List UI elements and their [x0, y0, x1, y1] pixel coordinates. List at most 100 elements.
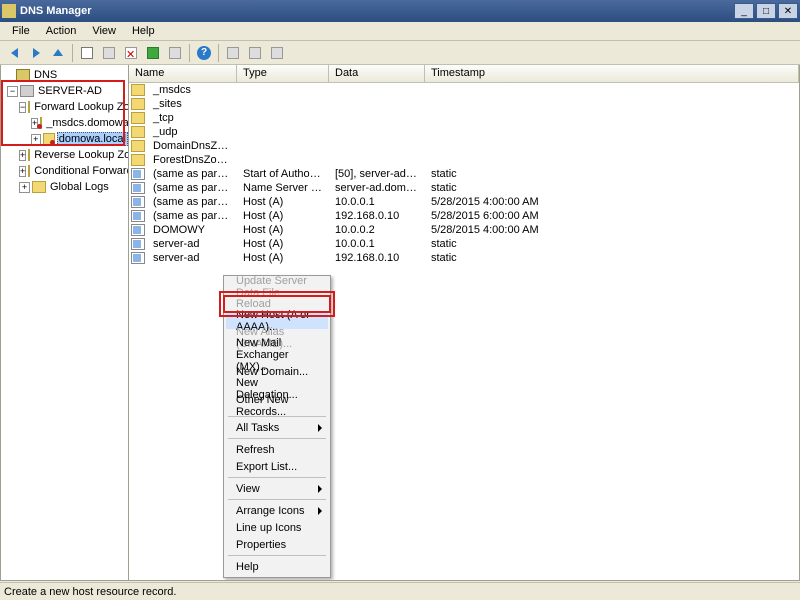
cell-name: server-ad	[147, 238, 237, 250]
ctx-properties[interactable]: Properties	[226, 536, 328, 553]
expand-icon[interactable]: +	[19, 182, 30, 193]
column-data[interactable]: Data	[329, 65, 425, 82]
cell-name: _udp	[147, 126, 237, 138]
ctx-help[interactable]: Help	[226, 558, 328, 575]
export-icon	[169, 47, 181, 59]
properties-button[interactable]	[99, 43, 119, 63]
tree-conditional-forwarders[interactable]: + Conditional Forwarders	[1, 163, 128, 179]
folder-icon	[131, 84, 145, 96]
show-hide-tree-button[interactable]	[77, 43, 97, 63]
cell-type: Host (A)	[237, 196, 329, 208]
menu-action[interactable]: Action	[38, 23, 85, 39]
help-icon: ?	[197, 46, 211, 60]
tree-label: Conditional Forwarders	[32, 164, 129, 178]
column-type[interactable]: Type	[237, 65, 329, 82]
tree-pane[interactable]: DNS − SERVER-AD − Forward Lookup Zones +…	[1, 65, 129, 580]
back-button[interactable]	[4, 43, 24, 63]
column-name[interactable]: Name	[129, 65, 237, 82]
ctx-export-list[interactable]: Export List...	[226, 458, 328, 475]
expand-icon[interactable]: +	[19, 166, 26, 177]
list-folder-row[interactable]: _udp	[129, 125, 799, 139]
menu-help[interactable]: Help	[124, 23, 163, 39]
tree-icon	[81, 47, 93, 59]
tree-root-dns[interactable]: DNS	[1, 67, 128, 83]
tree-reverse-lookup-zones[interactable]: + Reverse Lookup Zones	[1, 147, 128, 163]
extra-button-3[interactable]	[267, 43, 287, 63]
tree-msdcs-zone[interactable]: + _msdcs.domowa.local	[1, 115, 128, 131]
cell-timestamp: static	[425, 182, 799, 194]
list-folder-row[interactable]: _msdcs	[129, 83, 799, 97]
list-record-row[interactable]: (same as parent folder)Name Server (NS)s…	[129, 181, 799, 195]
ctx-separator	[228, 555, 326, 556]
list-pane[interactable]: Name Type Data Timestamp _msdcs _sites_tc…	[129, 65, 799, 580]
list-record-row[interactable]: server-adHost (A)10.0.0.1static	[129, 237, 799, 251]
cell-name: (same as parent folder)	[147, 168, 237, 180]
cell-timestamp: static	[425, 168, 799, 180]
minimize-button[interactable]: _	[734, 3, 754, 19]
record-icon	[131, 224, 145, 236]
cell-name: server-ad	[147, 252, 237, 264]
collapse-icon[interactable]: −	[19, 102, 26, 113]
tree-domowa-zone[interactable]: + domowa.local	[1, 131, 128, 147]
ctx-view[interactable]: View	[226, 480, 328, 497]
collapse-icon[interactable]: −	[7, 86, 18, 97]
list-record-row[interactable]: (same as parent folder)Host (A)10.0.0.15…	[129, 195, 799, 209]
cell-name: _sites	[147, 98, 237, 110]
tree-global-logs[interactable]: + Global Logs	[1, 179, 128, 195]
list-record-row[interactable]: (same as parent folder)Host (A)192.168.0…	[129, 209, 799, 223]
expand-icon[interactable]: +	[31, 134, 41, 145]
folder-icon	[131, 98, 145, 110]
window-title: DNS Manager	[20, 5, 734, 17]
ctx-other-records[interactable]: Other New Records...	[226, 397, 328, 414]
extra-button-1[interactable]	[223, 43, 243, 63]
cell-timestamp: static	[425, 238, 799, 250]
cell-name: _msdcs	[147, 84, 237, 96]
list-folder-row[interactable]: _tcp	[129, 111, 799, 125]
folder-icon	[32, 181, 46, 193]
tree-forward-lookup-zones[interactable]: − Forward Lookup Zones	[1, 99, 128, 115]
tree-label-selected: domowa.local	[57, 132, 128, 146]
list-folder-row[interactable]: DomainDnsZones	[129, 139, 799, 153]
export-button[interactable]	[165, 43, 185, 63]
tree-server[interactable]: − SERVER-AD	[1, 83, 128, 99]
ctx-new-mx[interactable]: New Mail Exchanger (MX)...	[226, 346, 328, 363]
folder-icon	[131, 154, 145, 166]
folder-icon	[131, 140, 145, 152]
menu-file[interactable]: File	[4, 23, 38, 39]
maximize-button[interactable]: □	[756, 3, 776, 19]
close-button[interactable]: ✕	[778, 3, 798, 19]
ctx-all-tasks[interactable]: All Tasks	[226, 419, 328, 436]
back-arrow-icon	[11, 48, 18, 58]
cell-name: DOMOWY	[147, 224, 237, 236]
ctx-refresh[interactable]: Refresh	[226, 441, 328, 458]
ctx-arrange-label: Arrange Icons	[236, 505, 304, 517]
delete-button[interactable]: ✕	[121, 43, 141, 63]
expand-icon[interactable]: +	[19, 150, 26, 161]
record-icon	[131, 168, 145, 180]
list-record-row[interactable]: (same as parent folder)Start of Authorit…	[129, 167, 799, 181]
refresh-icon	[147, 47, 159, 59]
cell-name: (same as parent folder)	[147, 182, 237, 194]
folder-icon	[28, 149, 30, 161]
list-record-row[interactable]: DOMOWYHost (A)10.0.0.25/28/2015 4:00:00 …	[129, 223, 799, 237]
extra-button-2[interactable]	[245, 43, 265, 63]
menu-view[interactable]: View	[84, 23, 124, 39]
cell-type: Host (A)	[237, 224, 329, 236]
refresh-button[interactable]	[143, 43, 163, 63]
list-header: Name Type Data Timestamp	[129, 65, 799, 83]
ctx-arrange-icons[interactable]: Arrange Icons	[226, 502, 328, 519]
tree-label: _msdcs.domowa.local	[44, 116, 129, 130]
folder-icon	[131, 112, 145, 124]
tree-label: Global Logs	[48, 180, 111, 194]
list-record-row[interactable]: server-adHost (A)192.168.0.10static	[129, 251, 799, 265]
context-menu: Update Server Data File Reload New Host …	[223, 275, 331, 578]
up-arrow-icon	[53, 49, 63, 56]
column-timestamp[interactable]: Timestamp	[425, 65, 799, 82]
ctx-lineup-icons[interactable]: Line up Icons	[226, 519, 328, 536]
up-button[interactable]	[48, 43, 68, 63]
list-folder-row[interactable]: _sites	[129, 97, 799, 111]
list-folder-row[interactable]: ForestDnsZones	[129, 153, 799, 167]
forward-button[interactable]	[26, 43, 46, 63]
help-button[interactable]: ?	[194, 43, 214, 63]
ctx-separator	[228, 499, 326, 500]
